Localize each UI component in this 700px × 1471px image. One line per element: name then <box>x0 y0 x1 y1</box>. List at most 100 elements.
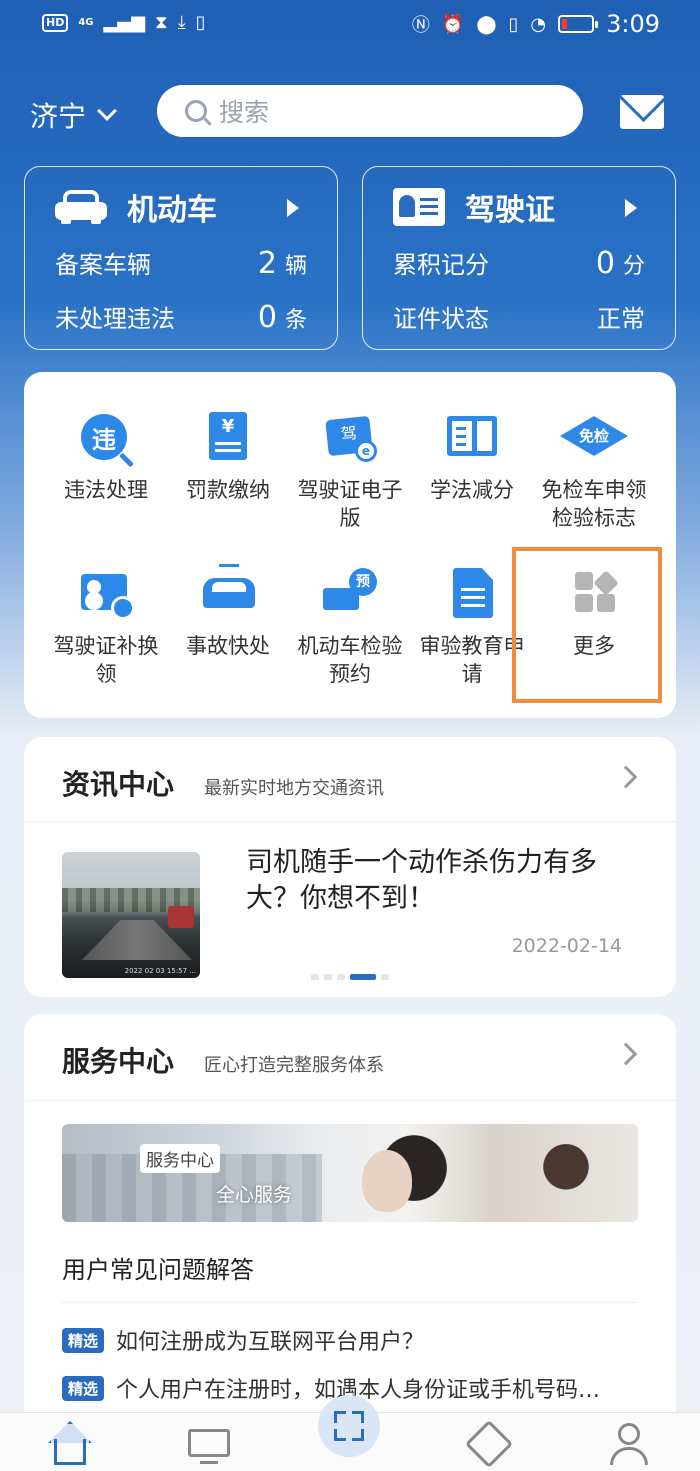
news-center-card[interactable]: 资讯中心 最新实时地方交通资讯 2022 02 03 15:57 ... 司机随… <box>24 737 676 997</box>
row-value: 正常 <box>597 305 645 333</box>
status-time: 3:09 <box>606 10 660 38</box>
service-label: 学法减分 <box>430 478 514 502</box>
license-card[interactable]: 驾驶证 累积记分 0分 证件状态 正常 <box>362 166 676 350</box>
row-value: 0 <box>257 300 277 335</box>
arrow-right-icon <box>625 199 637 217</box>
service-inspection-booking[interactable]: 预 机动车检验预约 <box>288 568 412 688</box>
search-icon <box>185 100 207 122</box>
location-icon: ⬤ <box>476 13 497 35</box>
service-exempt-inspection[interactable]: 免检 免检车申领检验标志 <box>532 412 656 532</box>
carousel-dots <box>311 974 389 980</box>
bottom-nav <box>0 1395 700 1471</box>
news-date: 2022-02-14 <box>511 935 622 957</box>
city-name: 济宁 <box>30 100 87 133</box>
carousel-dot <box>337 974 345 980</box>
license-renew-icon <box>79 568 135 622</box>
service-label: 机动车检验预约 <box>297 634 403 686</box>
registered-vehicles-row: 备案车辆 2辆 <box>55 245 307 281</box>
signal-icon: ▂▄▆ <box>103 12 146 33</box>
faq-heading: 用户常见问题解答 <box>62 1256 254 1284</box>
service-label: 罚款缴纳 <box>186 478 270 502</box>
car-icon <box>55 190 107 224</box>
chevron-right-icon[interactable] <box>614 765 638 789</box>
document-icon <box>445 568 499 622</box>
row-unit: 分 <box>622 254 645 279</box>
news-headline[interactable]: 司机随手一个动作杀伤力有多大？你想不到！ <box>246 845 626 917</box>
services-grid: 违 违法处理 ¥ 罚款缴纳 驾 e 驾驶证电子版 学法减分 免检 免检车申领检验… <box>24 372 676 718</box>
unprocessed-violations-row: 未处理违法 0条 <box>55 299 307 335</box>
row-unit: 辆 <box>284 254 307 279</box>
monitor-icon[interactable] <box>186 1421 234 1467</box>
service-violation[interactable]: 违 违法处理 <box>44 412 168 504</box>
news-center-subtitle: 最新实时地方交通资讯 <box>204 778 385 799</box>
carousel-dot <box>381 974 389 980</box>
scan-icon[interactable] <box>318 1395 380 1457</box>
search-placeholder: 搜索 <box>219 98 270 127</box>
battery-icon <box>558 15 599 33</box>
home-icon[interactable] <box>46 1421 94 1467</box>
city-selector[interactable]: 济宁 <box>30 95 117 135</box>
news-image-timestamp: 2022 02 03 15:57 ... <box>124 967 196 975</box>
more-highlight-box <box>512 547 662 703</box>
receipt-icon: ¥ <box>201 412 255 466</box>
row-label: 证件状态 <box>393 305 489 333</box>
license-status-row: 证件状态 正常 <box>393 299 645 334</box>
e-license-icon: 驾 e <box>323 412 377 466</box>
vehicle-card[interactable]: 机动车 备案车辆 2辆 未处理违法 0条 <box>24 166 338 350</box>
speed-icon: ◔ <box>530 13 547 35</box>
service-accident[interactable]: 事故快处 <box>166 564 290 660</box>
row-label: 累积记分 <box>393 251 489 279</box>
service-center-card: 服务中心 匠心打造完整服务体系 服务中心 全心服务 用户常见问题解答 精选 如何… <box>24 1014 676 1434</box>
vehicle-card-title: 机动车 <box>127 193 217 228</box>
service-study-points[interactable]: 学法减分 <box>410 412 534 504</box>
row-label: 未处理违法 <box>55 305 175 333</box>
vibrate-icon: ▯ <box>508 13 519 35</box>
user-icon[interactable] <box>606 1421 654 1467</box>
status-bar: HD 4G ▂▄▆ ⧗ ⤓ ▯ Ⓝ ⏰ ⬤ ▯ ◔ 3:09 <box>0 0 700 50</box>
handshake-icon[interactable] <box>464 1419 514 1469</box>
service-e-license[interactable]: 驾 e 驾驶证电子版 <box>288 412 412 532</box>
accident-icon <box>201 564 255 622</box>
mail-icon[interactable] <box>620 95 664 129</box>
featured-badge: 精选 <box>62 1327 105 1353</box>
news-image[interactable]: 2022 02 03 15:57 ... <box>62 852 200 978</box>
sim-icon: ▯ <box>195 12 206 33</box>
row-value: 2 <box>257 246 277 281</box>
nfc-icon: Ⓝ <box>411 15 430 36</box>
service-banner[interactable]: 服务中心 全心服务 <box>62 1124 638 1222</box>
service-label: 驾驶证补换领 <box>53 634 159 686</box>
chevron-down-icon <box>97 101 117 121</box>
hourglass-icon: ⧗ <box>155 12 168 33</box>
top-bar: 济宁 搜索 <box>0 85 700 139</box>
hd-badge: HD <box>42 13 69 32</box>
row-label: 备案车辆 <box>55 251 151 279</box>
service-label: 事故快处 <box>186 634 270 658</box>
arrow-right-icon <box>287 199 299 217</box>
faq-item[interactable]: 精选 如何注册成为互联网平台用户？ <box>62 1324 646 1356</box>
carousel-dot <box>324 974 332 980</box>
faq-text: 如何注册成为互联网平台用户？ <box>116 1330 425 1355</box>
carousel-dot-active <box>350 974 376 980</box>
news-center-title: 资讯中心 <box>62 768 175 801</box>
violation-icon: 违 <box>79 412 134 468</box>
search-input[interactable]: 搜索 <box>157 85 583 137</box>
download-icon: ⤓ <box>177 12 186 33</box>
service-license-renew[interactable]: 驾驶证补换领 <box>44 568 168 688</box>
service-center-title: 服务中心 <box>62 1045 175 1078</box>
service-label: 驾驶证电子版 <box>297 478 403 530</box>
service-label: 免检车申领检验标志 <box>541 478 647 530</box>
chevron-right-icon[interactable] <box>614 1042 638 1066</box>
id-card-icon <box>393 188 445 226</box>
service-center-subtitle: 匠心打造完整服务体系 <box>204 1055 385 1076</box>
alarm-icon: ⏰ <box>441 13 465 35</box>
book-icon <box>445 412 499 466</box>
row-value: 0 <box>595 246 615 281</box>
inspection-icon: 预 <box>323 568 377 622</box>
banner-tag: 服务中心 <box>140 1144 220 1173</box>
service-fine-payment[interactable]: ¥ 罚款缴纳 <box>166 412 290 504</box>
exempt-icon: 免检 <box>558 412 630 466</box>
row-unit: 条 <box>284 308 307 333</box>
network-type: 4G <box>78 17 94 28</box>
service-label: 违法处理 <box>64 478 148 502</box>
license-card-title: 驾驶证 <box>465 193 555 228</box>
